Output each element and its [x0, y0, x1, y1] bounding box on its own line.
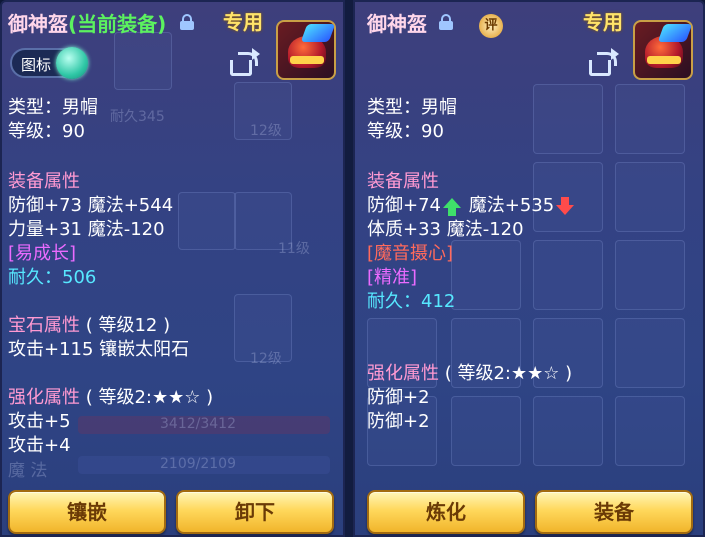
bg-slot: [114, 32, 172, 90]
helmet-item-icon: [276, 20, 336, 80]
gem-level: ( 等级12 ): [85, 315, 171, 336]
special-effect: [精准]: [367, 267, 418, 288]
bg-slot: [451, 396, 521, 466]
bg-level-text: 12级: [250, 123, 282, 139]
equip-button[interactable]: 装备: [535, 490, 693, 534]
bg-mp-text: 2109/2109: [160, 456, 236, 472]
arrow-up-icon: [443, 198, 461, 216]
enhance-attr-line: 攻击+5: [8, 411, 71, 432]
bg-slot: [615, 396, 685, 466]
toggle-knob[interactable]: [56, 47, 88, 79]
exclusive-label: 专用: [583, 10, 623, 34]
bg-slot: [615, 162, 685, 232]
item-type: 类型：男帽: [8, 97, 98, 118]
equip-attr-header: 装备属性: [367, 171, 439, 192]
bg-mp-label: 魔 法: [8, 461, 48, 481]
current-equip-tag: (当前装备): [68, 12, 167, 36]
bg-level-text: 12级: [250, 351, 282, 367]
special-effect: [易成长]: [8, 243, 77, 264]
exclusive-label: 专用: [223, 10, 263, 34]
gem-attr-header: 宝石属性: [8, 315, 80, 336]
enhance-attr-header: 强化属性: [8, 387, 80, 408]
enhance-attr-line: 攻击+4: [8, 435, 71, 456]
item-level: 等级：90: [8, 121, 85, 142]
helmet-item-icon: [633, 20, 693, 80]
lock-icon: [180, 14, 194, 30]
bg-slot: [178, 192, 236, 250]
unequip-button[interactable]: 卸下: [176, 490, 334, 534]
bg-slot: [615, 318, 685, 388]
item-level: 等级：90: [367, 121, 444, 142]
enhance-level: ( 等级2:★★☆ ): [444, 363, 573, 384]
enhance-attr-row: 强化属性 ( 等级2:★★☆ ): [367, 362, 572, 386]
bg-level-text: 11级: [278, 241, 310, 257]
attr-magic: 魔法+535: [468, 195, 555, 216]
enhance-attr-line: 防御+2: [367, 387, 430, 408]
gem-attr-line: 攻击+115 镶嵌太阳石: [8, 339, 190, 360]
share-icon[interactable]: [589, 48, 619, 78]
panel-divider: [345, 0, 353, 537]
durability: 耐久：412: [367, 291, 456, 312]
attr-defense: 防御+74: [367, 195, 441, 216]
bg-slot: [451, 240, 521, 310]
rate-badge-icon[interactable]: 评: [479, 14, 503, 38]
enhance-attr-header: 强化属性: [367, 363, 439, 384]
share-icon[interactable]: [230, 48, 260, 78]
bg-durability-text: 耐久345: [110, 109, 165, 125]
enhance-level: ( 等级2:★★☆ ): [85, 387, 214, 408]
bg-slot: [615, 240, 685, 310]
enhance-attr-row: 强化属性 ( 等级2:★★☆ ): [8, 386, 213, 410]
bg-slot: [533, 396, 603, 466]
refine-button[interactable]: 炼化: [367, 490, 525, 534]
item-type: 类型：男帽: [367, 97, 457, 118]
lock-icon: [439, 14, 453, 30]
enhance-attr-line: 防御+2: [367, 411, 430, 432]
equip-attr-line: 防御+73 魔法+544: [8, 195, 174, 216]
item-title: 御神盔: [367, 12, 427, 36]
item-name: 御神盔: [8, 12, 68, 36]
compare-equipment-panel: 御神盔 评 专用 类型：男帽 等级：90 装备属性 防御+74 魔法+535 体…: [353, 0, 705, 537]
bg-slot: [533, 84, 603, 154]
durability: 耐久：506: [8, 267, 97, 288]
inlay-button[interactable]: 镶嵌: [8, 490, 166, 534]
arrow-down-icon: [556, 197, 575, 215]
icon-toggle[interactable]: 图标: [10, 47, 88, 79]
equip-attr-line: 力量+31 魔法-120: [8, 219, 165, 240]
bg-slot: [615, 84, 685, 154]
bg-hp-text: 3412/3412: [160, 416, 236, 432]
equip-attr-line: 防御+74 魔法+535: [367, 194, 576, 218]
bg-slot: [533, 240, 603, 310]
equip-attr-line: 体质+33 魔法-120: [367, 219, 524, 240]
current-equipment-panel: 12级 11级 12级 耐久345 3412/3412 魔 法 2109/210…: [0, 0, 345, 537]
equip-attr-header: 装备属性: [8, 171, 80, 192]
icon-toggle-label: 图标: [21, 56, 52, 74]
item-title: 御神盔(当前装备): [8, 8, 166, 37]
gem-attr-row: 宝石属性 ( 等级12 ): [8, 314, 170, 338]
special-effect: [魔音摄心]: [367, 243, 454, 264]
